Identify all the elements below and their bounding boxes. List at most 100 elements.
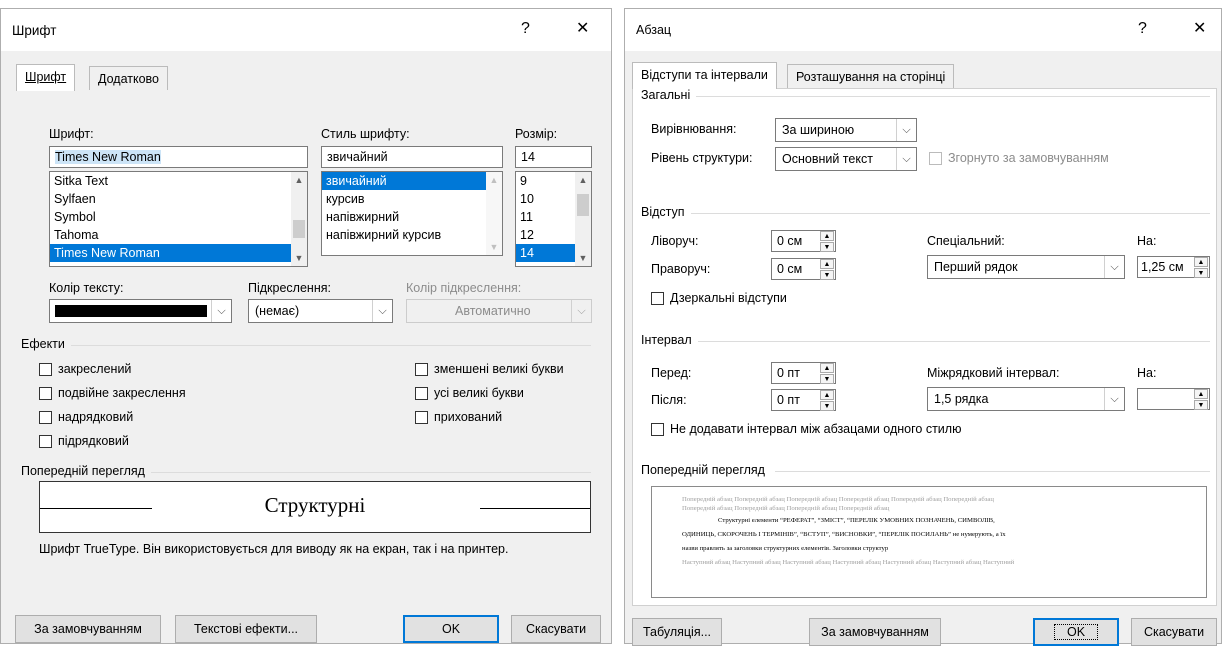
chevron-down-icon[interactable]: ⌵ [896, 148, 916, 170]
strikethrough-checkbox[interactable] [39, 363, 52, 376]
spin-up-icon[interactable]: ▲ [820, 363, 834, 373]
spin-up-icon[interactable]: ▲ [820, 231, 834, 241]
list-item[interactable]: Sylfaen [50, 190, 307, 208]
spin-down-icon[interactable]: ▼ [1194, 400, 1208, 410]
scroll-thumb[interactable] [293, 220, 305, 238]
cancel-button[interactable]: Скасувати [511, 615, 601, 643]
special-indent-dropdown[interactable]: Перший рядок ⌵ [927, 255, 1125, 279]
dont-add-space-checkbox[interactable] [651, 423, 664, 436]
spin-up-icon[interactable]: ▲ [820, 259, 834, 269]
divider [685, 341, 1210, 342]
list-item[interactable]: курсив [322, 190, 502, 208]
chevron-down-icon[interactable]: ⌵ [896, 119, 916, 141]
space-after-spinner[interactable]: 0 пт ▲ ▼ [771, 389, 836, 411]
chevron-down-icon[interactable]: ⌵ [1104, 256, 1124, 278]
general-label: Загальні [641, 88, 697, 102]
list-item[interactable]: Tahoma [50, 226, 307, 244]
line-spacing-label: Міжрядковий інтервал: [927, 366, 1060, 380]
tab-label: Додатково [98, 72, 159, 86]
help-button[interactable]: ? [1138, 19, 1147, 39]
close-icon[interactable]: ✕ [576, 19, 589, 39]
tab-label: Шрифт [25, 70, 67, 84]
preview-body-line: назви правлять за заголовки структурних … [682, 545, 889, 553]
checkbox-label: зменшені великі букви [434, 362, 564, 376]
set-default-button[interactable]: За замовчуванням [15, 615, 161, 643]
list-item-selected[interactable]: 14 [516, 244, 575, 262]
style-label: Стиль шрифту: [321, 127, 410, 141]
set-default-button[interactable]: За замовчуванням [809, 618, 941, 646]
chevron-down-icon[interactable]: ⌵ [211, 300, 231, 322]
left-indent-value: 0 см [777, 234, 803, 248]
chevron-down-icon[interactable]: ⌵ [372, 300, 392, 322]
underline-dropdown[interactable]: (немає) ⌵ [248, 299, 393, 323]
tab-font[interactable]: Шрифт [16, 64, 76, 91]
help-button[interactable]: ? [521, 19, 530, 39]
scrollbar[interactable]: ▲ ▼ [575, 172, 591, 266]
ok-button[interactable]: OK [1033, 618, 1119, 646]
all-caps-checkbox[interactable] [415, 387, 428, 400]
text-color-dropdown[interactable]: ⌵ [49, 299, 232, 323]
font-preview: Структурні [39, 481, 591, 533]
spin-down-icon[interactable]: ▼ [820, 270, 834, 280]
spin-up-icon[interactable]: ▲ [820, 390, 834, 400]
scroll-down-icon: ▼ [489, 242, 499, 252]
font-size-input[interactable]: 14 [515, 146, 592, 168]
tab-advanced[interactable]: Додатково [89, 66, 168, 91]
cancel-button[interactable]: Скасувати [1131, 618, 1217, 646]
tab-line-page-breaks[interactable]: Розташування на сторінці [787, 64, 955, 89]
font-name-input[interactable]: Times New Roman [49, 146, 308, 168]
list-item[interactable]: Symbol [50, 208, 307, 226]
chevron-down-icon[interactable]: ⌵ [1104, 388, 1124, 410]
close-icon[interactable]: ✕ [1193, 19, 1206, 39]
scroll-thumb[interactable] [577, 194, 589, 216]
small-caps-checkbox[interactable] [415, 363, 428, 376]
list-item-selected[interactable]: звичайний [322, 172, 502, 190]
spin-down-icon[interactable]: ▼ [820, 242, 834, 252]
tab-label: Відступи та інтервали [641, 68, 768, 82]
effects-label: Ефекти [21, 337, 71, 351]
font-style-list[interactable]: звичайний курсив напівжирний напівжирний… [321, 171, 503, 256]
right-indent-spinner[interactable]: 0 см ▲ ▼ [771, 258, 836, 280]
spin-up-icon[interactable]: ▲ [1194, 257, 1208, 267]
text-effects-button[interactable]: Текстові ефекти... [175, 615, 317, 643]
scroll-down-icon[interactable]: ▼ [575, 250, 591, 266]
subscript-checkbox[interactable] [39, 435, 52, 448]
list-item-selected[interactable]: Times New Roman [50, 244, 307, 262]
list-item[interactable]: Sitka Text [50, 172, 307, 190]
scroll-up-icon[interactable]: ▲ [291, 172, 307, 188]
list-item[interactable]: напівжирний [322, 208, 502, 226]
tabs-button[interactable]: Табуляція... [632, 618, 722, 646]
spin-up-icon[interactable]: ▲ [1194, 389, 1208, 399]
list-item[interactable]: напівжирний курсив [322, 226, 502, 244]
hidden-checkbox[interactable] [415, 411, 428, 424]
font-size-list[interactable]: 9 10 11 12 14 ▲ ▼ [515, 171, 592, 267]
right-indent-label: Праворуч: [651, 262, 711, 276]
scrollbar[interactable]: ▲ ▼ [486, 172, 502, 255]
double-strikethrough-checkbox[interactable] [39, 387, 52, 400]
checkbox-label: Не додавати інтервал між абзацами одного… [670, 422, 962, 436]
font-list[interactable]: Sitka Text Sylfaen Symbol Tahoma Times N… [49, 171, 308, 267]
tab-indents-spacing[interactable]: Відступи та інтервали [632, 62, 777, 89]
left-indent-spinner[interactable]: 0 см ▲ ▼ [771, 230, 836, 252]
line-spacing-dropdown[interactable]: 1,5 рядка ⌵ [927, 387, 1125, 411]
ok-button[interactable]: OK [403, 615, 499, 643]
scrollbar[interactable]: ▲ ▼ [291, 172, 307, 266]
dialog-title: Шрифт [12, 23, 57, 38]
mirror-indents-checkbox[interactable] [651, 292, 664, 305]
alignment-dropdown[interactable]: За шириною ⌵ [775, 118, 917, 142]
spin-down-icon[interactable]: ▼ [820, 401, 834, 411]
spin-down-icon[interactable]: ▼ [1194, 268, 1208, 278]
title-bar: Абзац ? ✕ [625, 9, 1221, 51]
checkbox-label: Згорнуто за замовчуванням [948, 151, 1109, 165]
spin-down-icon[interactable]: ▼ [820, 374, 834, 384]
outline-level-dropdown[interactable]: Основний текст ⌵ [775, 147, 917, 171]
special-indent-by-spinner[interactable]: 1,25 см ▲ ▼ [1137, 256, 1210, 278]
left-indent-label: Ліворуч: [651, 234, 699, 248]
ok-button-label: OK [1053, 624, 1099, 640]
font-style-input[interactable]: звичайний [321, 146, 503, 168]
scroll-down-icon[interactable]: ▼ [291, 250, 307, 266]
space-before-spinner[interactable]: 0 пт ▲ ▼ [771, 362, 836, 384]
line-spacing-at-spinner[interactable]: ▲ ▼ [1137, 388, 1210, 410]
scroll-up-icon[interactable]: ▲ [575, 172, 591, 188]
superscript-checkbox[interactable] [39, 411, 52, 424]
